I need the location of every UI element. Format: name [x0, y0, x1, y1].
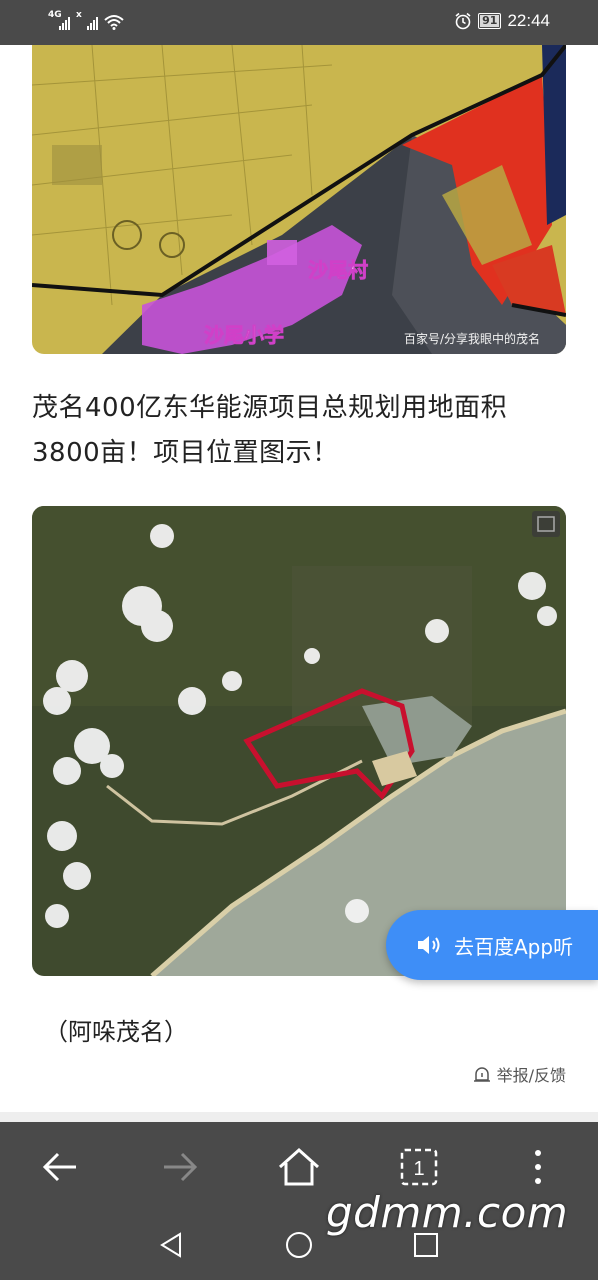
cell-signal-icon-2: x: [76, 10, 98, 30]
school-label: 沙尾小学: [204, 323, 284, 347]
article-headline: 茂名400亿东华能源项目总规划用地面积3800亩！项目位置图示！: [32, 393, 508, 468]
forward-arrow-icon[interactable]: [155, 1142, 205, 1192]
clock: 22:44: [507, 11, 550, 30]
satellite-map-image[interactable]: [32, 506, 566, 976]
image-caption: （阿哚茂名）: [44, 1018, 188, 1046]
village-label: 沙尾村: [308, 258, 368, 282]
tabs-icon[interactable]: 1: [394, 1142, 444, 1192]
back-triangle-icon[interactable]: [154, 1228, 188, 1262]
home-circle-icon[interactable]: [282, 1228, 316, 1262]
speaker-icon: [418, 936, 440, 954]
svg-text:1: 1: [413, 1158, 424, 1180]
battery-indicator: 91: [478, 13, 502, 29]
watermark: gdmm.com: [326, 1188, 569, 1237]
wifi-icon: [104, 15, 124, 30]
report-icon: [473, 1067, 490, 1082]
section-divider: [0, 1112, 598, 1122]
status-bar: 4G x 91 22:44: [0, 0, 598, 45]
zoning-map-image[interactable]: 沙尾村 沙尾小学 百家号/分享我眼中的茂名: [32, 45, 566, 354]
home-icon[interactable]: [274, 1142, 324, 1192]
cell-signal-icon: 4G: [48, 10, 70, 30]
alarm-icon: [455, 12, 471, 30]
image-source-label: 百家号/分享我眼中的茂名: [404, 331, 540, 346]
listen-in-app-button[interactable]: 去百度App听: [386, 910, 598, 980]
back-arrow-icon[interactable]: [35, 1142, 85, 1192]
report-feedback-link[interactable]: 举报/反馈: [473, 1062, 566, 1086]
video-icon[interactable]: [532, 511, 560, 537]
more-icon[interactable]: [513, 1142, 563, 1192]
